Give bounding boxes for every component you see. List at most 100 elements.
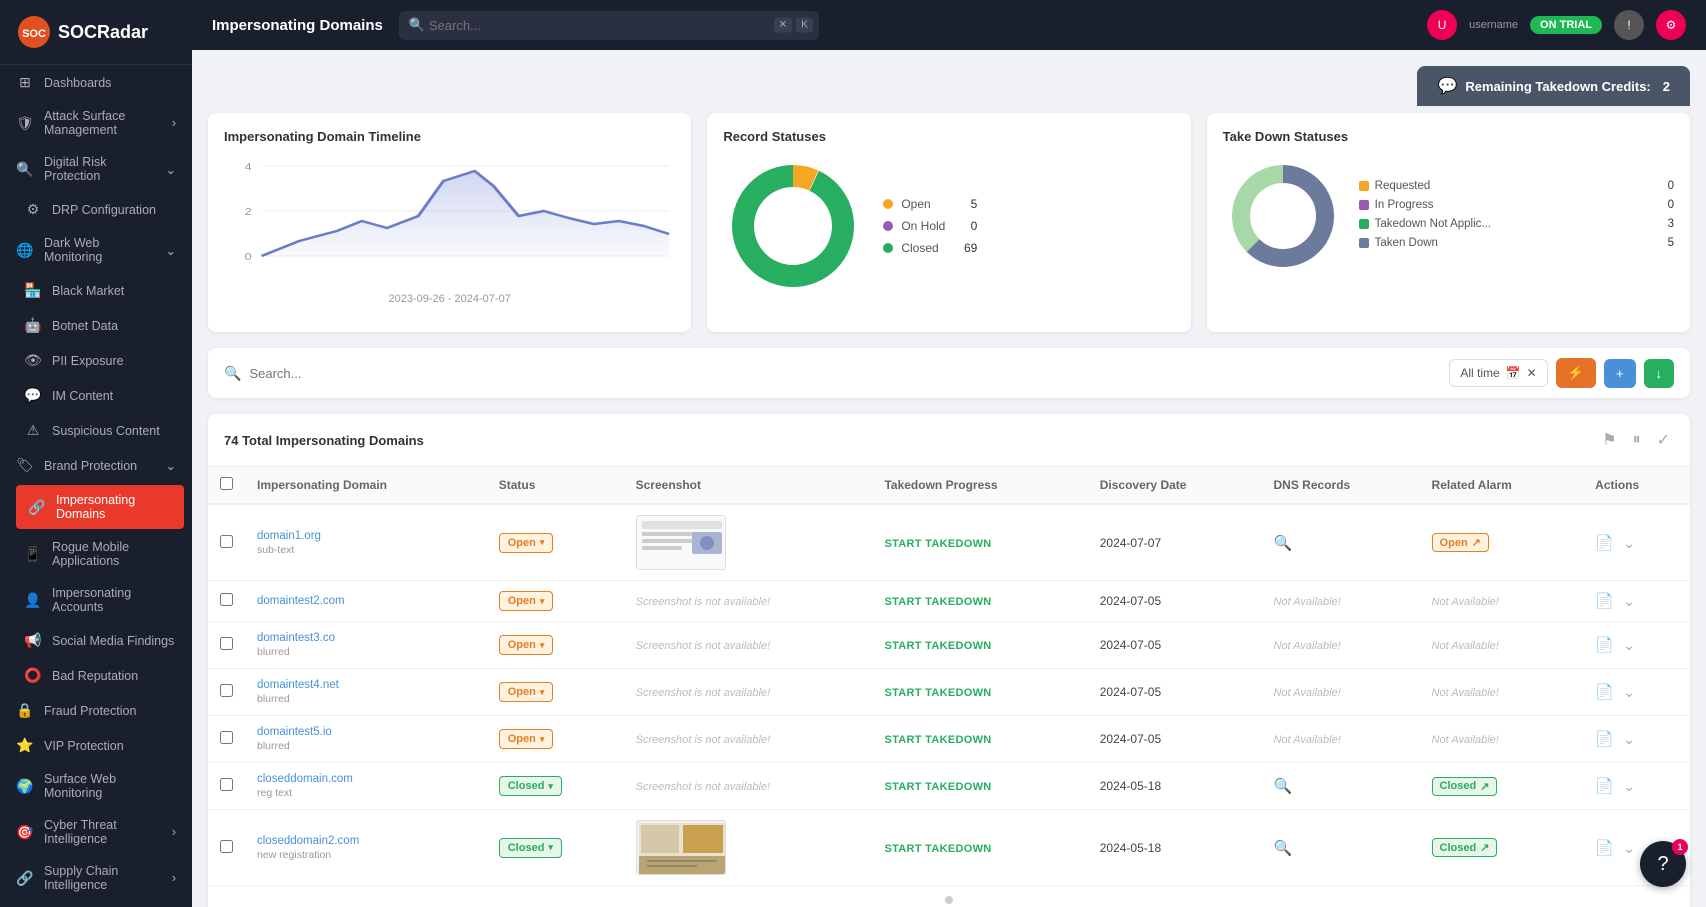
- sidebar-item-social-media[interactable]: 📢 Social Media Findings: [8, 623, 192, 658]
- row-checkbox[interactable]: [220, 731, 233, 744]
- brand-icon: 🏷: [16, 457, 34, 474]
- sidebar-item-impersonating-accounts[interactable]: 👤 Impersonating Accounts: [8, 577, 192, 623]
- sidebar-item-vip[interactable]: ⭐ VIP Protection: [0, 728, 192, 763]
- domain-link[interactable]: domaintest5.io: [257, 726, 475, 738]
- topbar-search-input[interactable]: [399, 11, 819, 40]
- takedown-button[interactable]: START TAKEDOWN: [884, 843, 991, 855]
- not-applicable-dot: [1359, 219, 1369, 229]
- sidebar-item-brand-protection[interactable]: 🏷 Brand Protection ⌄: [0, 448, 192, 483]
- alarm-badge-closed[interactable]: Closed ↗: [1432, 777, 1498, 796]
- domain-sub: reg text: [257, 787, 292, 799]
- action-expand-icon[interactable]: ⌄: [1623, 778, 1635, 794]
- sidebar-item-dark-web[interactable]: 🌐 Dark Web Monitoring ⌄: [0, 227, 192, 273]
- sidebar-item-dashboards[interactable]: ⊞ Dashboards: [0, 65, 192, 100]
- chat-badge: 1: [1672, 839, 1688, 855]
- settings-avatar[interactable]: ⚙: [1656, 10, 1686, 40]
- screenshot-thumbnail[interactable]: [636, 515, 726, 570]
- domain-link[interactable]: domaintest2.com: [257, 595, 475, 607]
- clear-date-icon[interactable]: ✕: [1527, 366, 1537, 380]
- takedown-button[interactable]: START TAKEDOWN: [884, 781, 991, 793]
- action-report-icon[interactable]: 📄: [1595, 684, 1614, 701]
- row-checkbox[interactable]: [220, 778, 233, 791]
- action-expand-icon[interactable]: ⌄: [1623, 684, 1635, 700]
- action-expand-icon[interactable]: ⌄: [1623, 840, 1635, 856]
- filter-add-button[interactable]: +: [1604, 359, 1636, 388]
- search-x-button[interactable]: ✕: [774, 18, 792, 33]
- table-row: domaintest2.com Open ▾ Screenshot is not…: [208, 581, 1690, 622]
- filter-download-button[interactable]: ↓: [1644, 359, 1675, 388]
- pagination-dot[interactable]: [945, 896, 953, 904]
- sidebar-item-im-content[interactable]: 💬 IM Content: [8, 378, 192, 413]
- user-avatar[interactable]: U: [1427, 10, 1457, 40]
- date-filter-button[interactable]: All time 📅 ✕: [1449, 359, 1547, 387]
- sidebar-item-supply-chain[interactable]: 🔗 Supply Chain Intelligence ›: [0, 855, 192, 901]
- search-k-button[interactable]: K: [796, 18, 813, 33]
- row-checkbox[interactable]: [220, 840, 233, 853]
- action-report-icon[interactable]: 📄: [1595, 637, 1614, 654]
- action-expand-icon[interactable]: ⌄: [1623, 593, 1635, 609]
- action-expand-icon[interactable]: ⌄: [1623, 731, 1635, 747]
- col-alarm: Related Alarm: [1420, 467, 1584, 504]
- row-checkbox[interactable]: [220, 684, 233, 697]
- action-report-icon[interactable]: 📄: [1595, 593, 1614, 610]
- action-report-icon[interactable]: 📄: [1595, 840, 1614, 857]
- select-all-checkbox[interactable]: [220, 477, 233, 490]
- sidebar-item-bad-reputation[interactable]: ⭕ Bad Reputation: [8, 658, 192, 693]
- status-badge-open[interactable]: Open ▾: [499, 682, 554, 702]
- row-checkbox[interactable]: [220, 637, 233, 650]
- dns-search-icon[interactable]: 🔍: [1274, 778, 1293, 795]
- status-badge-open[interactable]: Open ▾: [499, 533, 554, 553]
- sidebar-item-botnet[interactable]: 🤖 Botnet Data: [8, 308, 192, 343]
- notification-avatar[interactable]: !: [1614, 10, 1644, 40]
- status-badge-closed[interactable]: Closed ▾: [499, 776, 562, 796]
- takedown-button[interactable]: START TAKEDOWN: [884, 596, 991, 608]
- sidebar-item-cyber-threat[interactable]: 🎯 Cyber Threat Intelligence ›: [0, 809, 192, 855]
- sidebar-item-pii[interactable]: 👁 PII Exposure: [8, 343, 192, 378]
- chat-bubble-button[interactable]: ? 1: [1640, 841, 1686, 887]
- sidebar-item-incidents[interactable]: 🚨 Incidents ›: [0, 901, 192, 907]
- dns-search-icon[interactable]: 🔍: [1274, 535, 1293, 552]
- row-checkbox[interactable]: [220, 593, 233, 606]
- takedown-button[interactable]: START TAKEDOWN: [884, 538, 991, 550]
- domain-link[interactable]: closeddomain.com: [257, 773, 475, 785]
- row-checkbox[interactable]: [220, 535, 233, 548]
- status-badge-open[interactable]: Open ▾: [499, 591, 554, 611]
- action-report-icon[interactable]: 📄: [1595, 731, 1614, 748]
- status-badge-open[interactable]: Open ▾: [499, 635, 554, 655]
- status-badge-closed[interactable]: Closed ▾: [499, 838, 562, 858]
- sidebar-item-rogue-mobile[interactable]: 📱 Rogue Mobile Applications: [8, 531, 192, 577]
- action-expand-icon[interactable]: ⌄: [1623, 535, 1635, 551]
- action-report-icon[interactable]: 📄: [1595, 778, 1614, 795]
- sidebar-item-fraud[interactable]: 🔒 Fraud Protection: [0, 693, 192, 728]
- table-action-pause[interactable]: ⏸: [1629, 428, 1645, 452]
- takedown-button[interactable]: START TAKEDOWN: [884, 640, 991, 652]
- sidebar-item-attack-surface[interactable]: 🛡 Attack Surface Management ›: [0, 100, 192, 146]
- table-action-check[interactable]: ✓: [1653, 428, 1674, 452]
- on-hold-dot: [883, 221, 893, 231]
- domain-link[interactable]: domaintest3.co: [257, 632, 475, 644]
- sidebar-logo[interactable]: SOC SOCRadar: [0, 0, 192, 65]
- sidebar-item-suspicious[interactable]: ⚠ Suspicious Content: [8, 413, 192, 448]
- table-action-flag[interactable]: ⚑: [1598, 428, 1620, 452]
- status-badge-open[interactable]: Open ▾: [499, 729, 554, 749]
- filter-search-input[interactable]: [249, 366, 1437, 381]
- credits-label: Remaining Takedown Credits:: [1465, 79, 1650, 94]
- sidebar-item-surface-web[interactable]: 🌍 Surface Web Monitoring: [0, 763, 192, 809]
- dns-search-icon[interactable]: 🔍: [1274, 840, 1293, 857]
- sidebar-item-digital-risk[interactable]: 🔍 Digital Risk Protection ⌄: [0, 146, 192, 192]
- download-icon: ↓: [1656, 366, 1663, 381]
- takedown-button[interactable]: START TAKEDOWN: [884, 734, 991, 746]
- domain-link[interactable]: closeddomain2.com: [257, 835, 475, 847]
- domain-link[interactable]: domaintest4.net: [257, 679, 475, 691]
- sidebar-item-drp-config[interactable]: ⚙ DRP Configuration: [8, 192, 192, 227]
- screenshot-thumbnail[interactable]: [636, 820, 726, 875]
- sidebar-item-black-market[interactable]: 🏪 Black Market: [8, 273, 192, 308]
- sidebar-item-impersonating-domains[interactable]: 🔗 Impersonating Domains: [16, 485, 184, 529]
- filter-button-orange[interactable]: ⚡: [1556, 358, 1596, 388]
- action-report-icon[interactable]: 📄: [1595, 535, 1614, 552]
- alarm-badge-closed[interactable]: Closed ↗: [1432, 838, 1498, 857]
- domain-link[interactable]: domain1.org: [257, 530, 475, 542]
- action-expand-icon[interactable]: ⌄: [1623, 637, 1635, 653]
- alarm-badge-open[interactable]: Open ↗: [1432, 533, 1489, 552]
- takedown-button[interactable]: START TAKEDOWN: [884, 687, 991, 699]
